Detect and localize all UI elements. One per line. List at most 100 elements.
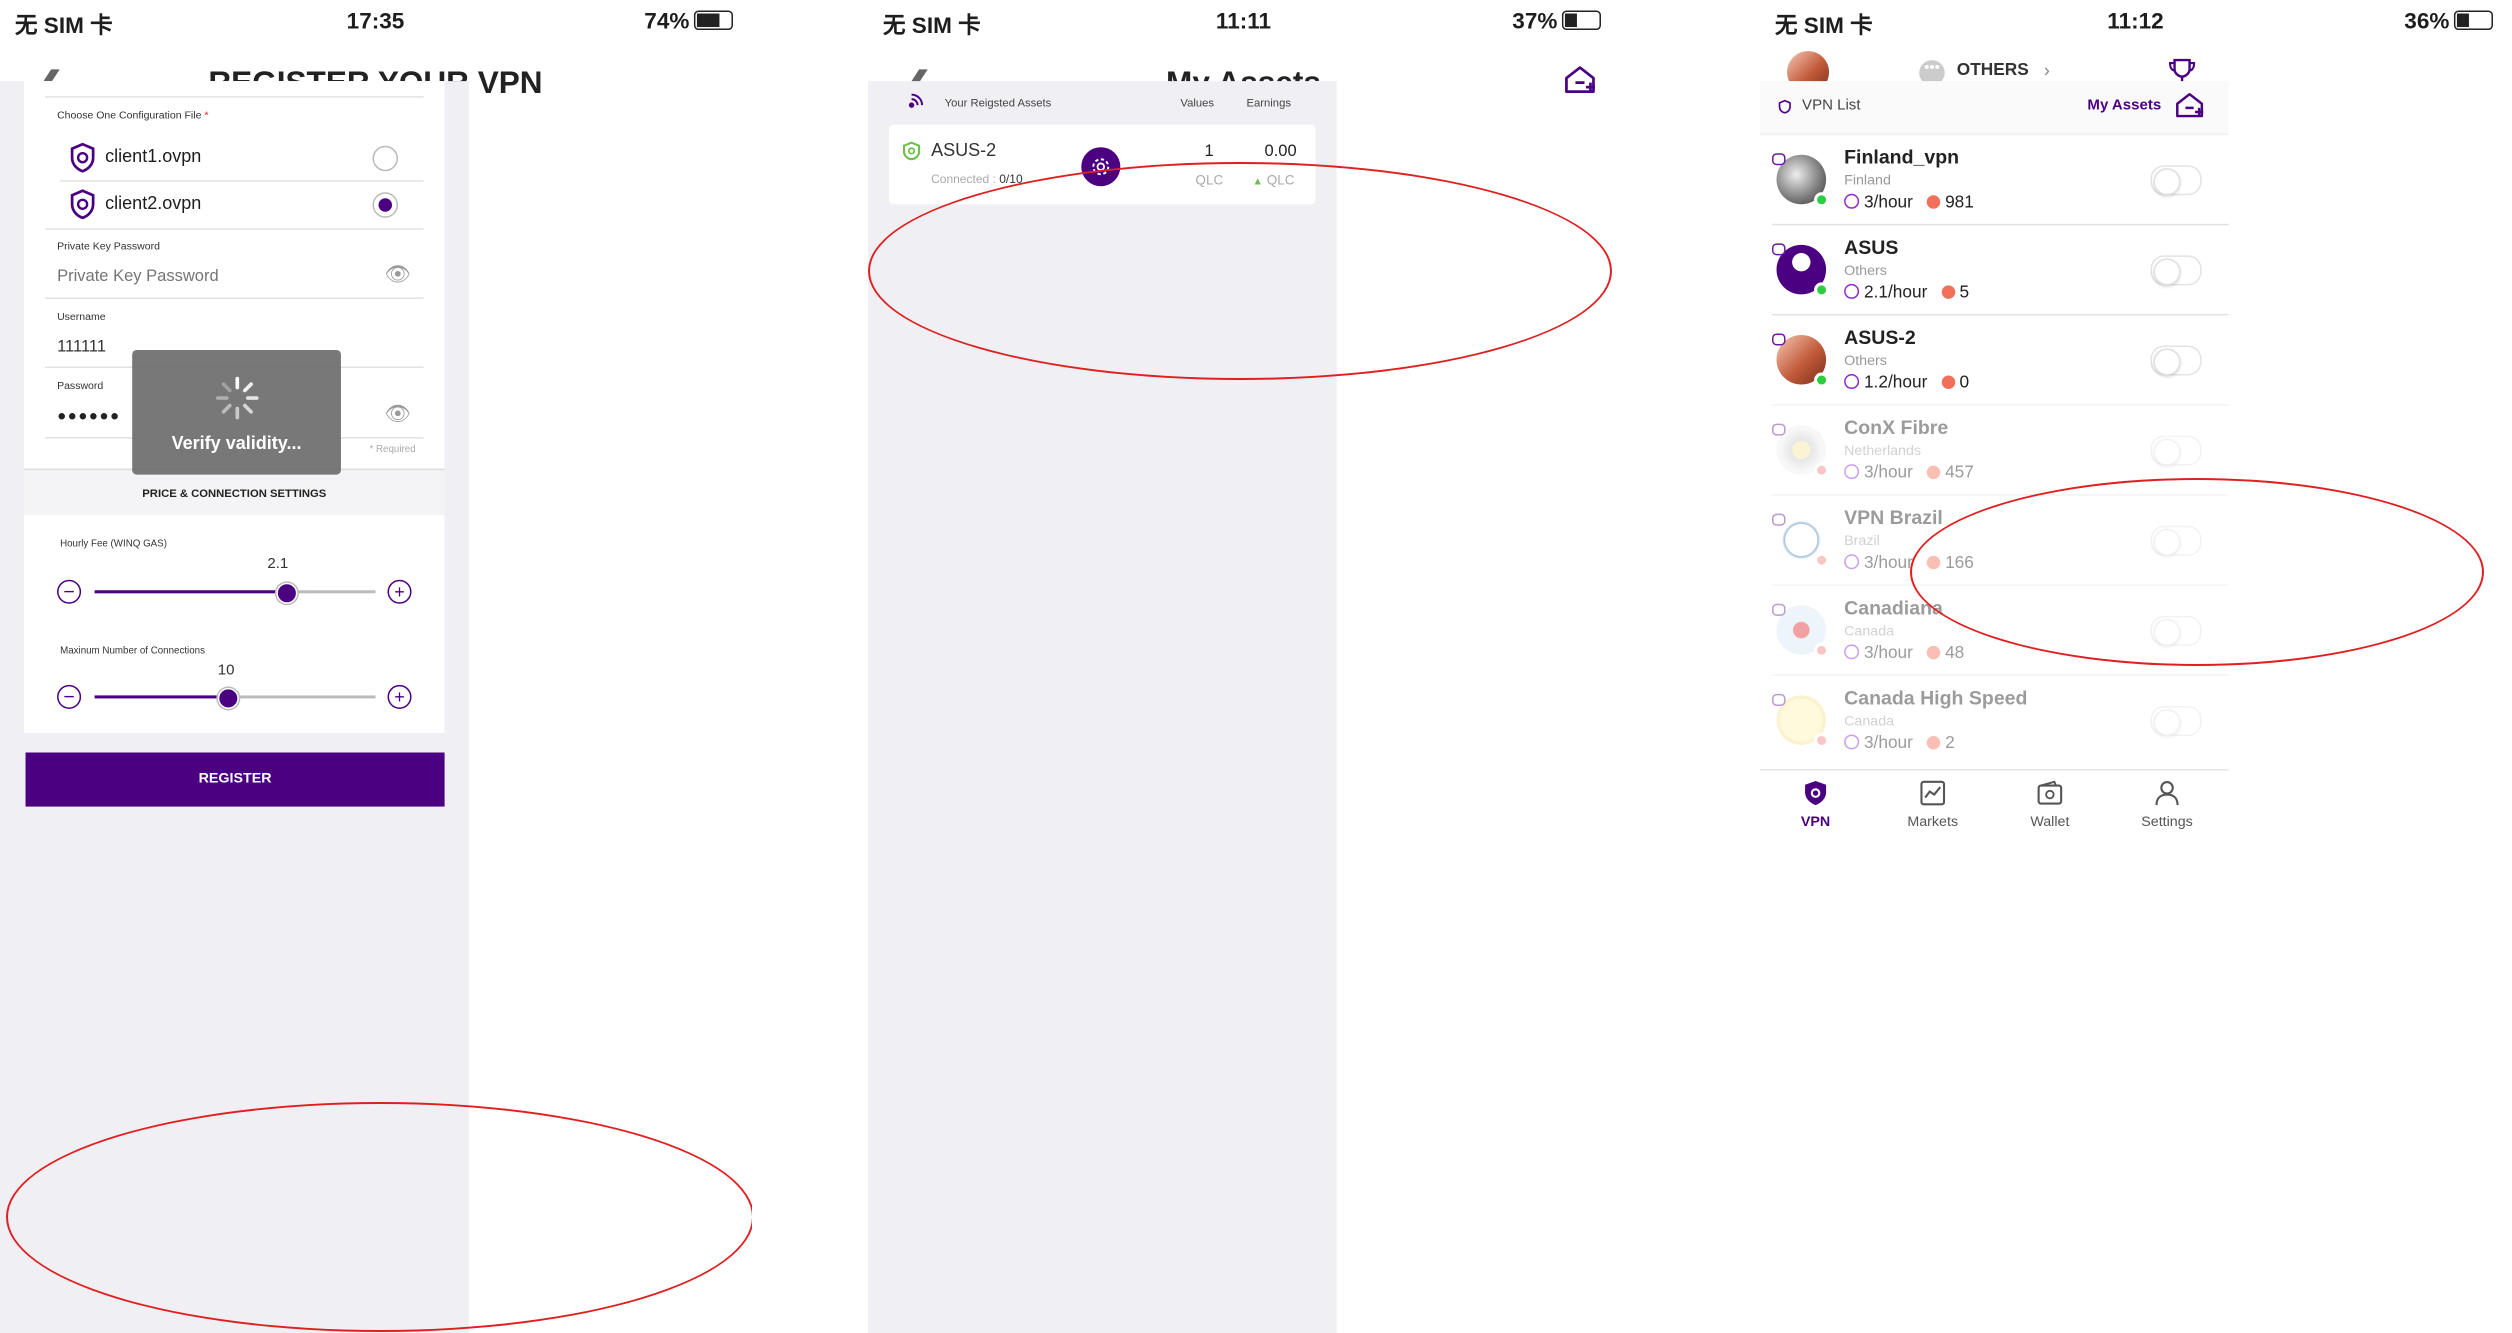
shield-icon	[70, 189, 95, 220]
vpn-list-item[interactable]: ConX Fibre Netherlands 3/hour 457	[1760, 404, 2229, 494]
chat-icon[interactable]	[1772, 693, 1786, 706]
loading-text: Verify validity...	[171, 432, 302, 454]
password-input[interactable]: ●●●●●●	[57, 409, 120, 426]
vpn-list-item[interactable]: ASUS-2 Others 1.2/hour 0	[1760, 313, 2229, 404]
asset-row[interactable]: ASUS-2 Connected : 0/10 1 QLC 0.00 ▲ QLC	[889, 124, 1316, 205]
status-dot	[1814, 642, 1830, 658]
clock: 11:11	[1215, 9, 1272, 35]
add-asset-icon[interactable]	[2173, 90, 2206, 120]
vpn-price: 3/hour 981	[1844, 193, 1974, 212]
tab-vpn[interactable]: VPN	[1778, 780, 1853, 831]
asset-settings-button[interactable]	[1081, 147, 1121, 187]
heart-icon	[1926, 195, 1941, 209]
vpn-toggle[interactable]	[2150, 615, 2202, 646]
tab-settings[interactable]: Settings	[2129, 780, 2204, 831]
register-vpn-screen: 无 SIM 卡 17:35 74% ❮ REGISTER YOUR VPN Ch…	[0, 0, 752, 1333]
username-input[interactable]: 111111	[57, 338, 106, 356]
fee-label: Hourly Fee (WINQ GAS)	[60, 539, 167, 550]
heart-icon	[1926, 735, 1941, 750]
asset-earnings: 0.00	[1264, 142, 1297, 161]
status-dot	[1814, 552, 1830, 568]
tab-bar: VPN Markets Wallet Settings	[1760, 769, 2229, 852]
qlc-coin-icon	[1844, 644, 1860, 660]
fee-value: 2.1	[267, 555, 289, 573]
vpn-toggle[interactable]	[2150, 345, 2202, 376]
private-key-label: Private Key Password	[57, 241, 160, 253]
fee-minus-button[interactable]: −	[57, 579, 82, 604]
add-asset-icon[interactable]	[1562, 63, 1598, 96]
tab-label: VPN	[1800, 814, 1831, 831]
vpn-price: 3/hour 457	[1844, 464, 1974, 482]
connections-minus-button[interactable]: −	[57, 684, 82, 709]
vpn-name: Finland_vpn	[1844, 145, 1960, 169]
asset-connections: Connected : 0/10	[931, 172, 1023, 187]
vpn-name: VPN Brazil	[1844, 506, 1943, 529]
status-dot	[1814, 282, 1830, 298]
section-title: PRICE & CONNECTION SETTINGS	[142, 486, 327, 501]
vpn-price: 3/hour 2	[1844, 734, 1955, 753]
vpn-name: Canada High Speed	[1844, 686, 2028, 709]
battery-indicator: 74%	[644, 9, 733, 35]
username-label: Username	[57, 312, 106, 323]
vpn-list-item[interactable]: Canada High Speed Canada 3/hour 2	[1760, 674, 2229, 764]
chat-icon[interactable]	[1772, 153, 1786, 166]
vpn-toggle[interactable]	[2150, 705, 2202, 736]
qlc-coin-icon	[1844, 283, 1860, 299]
connections-plus-button[interactable]: +	[387, 684, 412, 709]
chevron-right-icon[interactable]: ›	[2044, 60, 2050, 81]
vpn-country: Netherlands	[1844, 443, 1922, 460]
chat-icon[interactable]	[1772, 423, 1786, 436]
vpn-toggle[interactable]	[2150, 255, 2202, 286]
file-name: client1.ovpn	[105, 145, 202, 167]
vpn-list-item[interactable]: Finland_vpn Finland 3/hour 981	[1760, 134, 2229, 224]
vpn-toggle[interactable]	[2150, 165, 2202, 196]
config-label: Choose One Configuration File *	[57, 111, 209, 122]
qlc-coin-icon	[1844, 464, 1860, 480]
shield-icon	[902, 141, 921, 161]
fee-plus-button[interactable]: +	[387, 579, 412, 604]
tab-wallet[interactable]: Wallet	[2012, 780, 2087, 831]
vpn-toggle[interactable]	[2150, 525, 2202, 556]
vpn-list-item[interactable]: VPN Brazil Brazil 3/hour 166	[1760, 494, 2229, 584]
vpn-name: ASUS	[1844, 235, 1899, 259]
heart-icon	[1941, 375, 1955, 390]
connections-value: 10	[217, 662, 235, 679]
vpn-country: Others	[1844, 352, 1887, 370]
radio-client2[interactable]	[372, 192, 399, 218]
connections-slider-track[interactable]	[94, 687, 376, 709]
radio-client1[interactable]	[372, 145, 399, 172]
my-assets-screen: 无 SIM 卡 11:11 37% ❮ My Assets Your Reigs…	[868, 0, 1618, 1333]
chart-icon	[1920, 780, 1946, 806]
assets-header-label: Your Reigsted Assets	[944, 96, 1052, 110]
shield-icon	[1805, 781, 1827, 806]
vpn-list-item[interactable]: ASUS Others 2.1/hour 5	[1760, 223, 2229, 314]
vpn-list-item[interactable]: Canadiana Canada 3/hour 48	[1760, 584, 2229, 674]
eye-icon[interactable]: 👁	[385, 261, 412, 287]
assets-background	[868, 81, 1337, 1333]
vpn-country: Canada	[1844, 713, 1895, 730]
tab-markets[interactable]: Markets	[1895, 780, 1970, 831]
tab-label: Markets	[1907, 814, 1959, 831]
tab-label: Wallet	[2030, 814, 2070, 831]
eye-icon[interactable]: 👁	[385, 401, 412, 427]
private-key-input[interactable]	[57, 262, 358, 290]
vpn-country: Brazil	[1844, 533, 1880, 550]
shield-icon	[70, 142, 95, 173]
register-button[interactable]: REGISTER	[25, 752, 445, 807]
password-label: Password	[57, 381, 104, 393]
chat-icon[interactable]	[1772, 603, 1786, 616]
chat-icon[interactable]	[1772, 513, 1786, 526]
status-dot	[1814, 462, 1830, 478]
fee-slider-track[interactable]	[94, 582, 376, 604]
chat-icon[interactable]	[1772, 243, 1786, 256]
vpn-price: 2.1/hour 5	[1844, 283, 1969, 302]
my-assets-link[interactable]: My Assets	[2087, 98, 2161, 115]
chat-icon[interactable]	[1772, 333, 1786, 346]
clock: 11:12	[2107, 9, 2164, 35]
vpn-toggle[interactable]	[2150, 435, 2202, 466]
category-tab[interactable]: OTHERS	[1957, 62, 2029, 80]
status-bar: 无 SIM 卡 11:12 36%	[1760, 0, 2511, 49]
vpn-country: Finland	[1844, 172, 1891, 190]
status-dot	[1814, 732, 1830, 748]
connections-slider-handle[interactable]	[217, 687, 239, 709]
